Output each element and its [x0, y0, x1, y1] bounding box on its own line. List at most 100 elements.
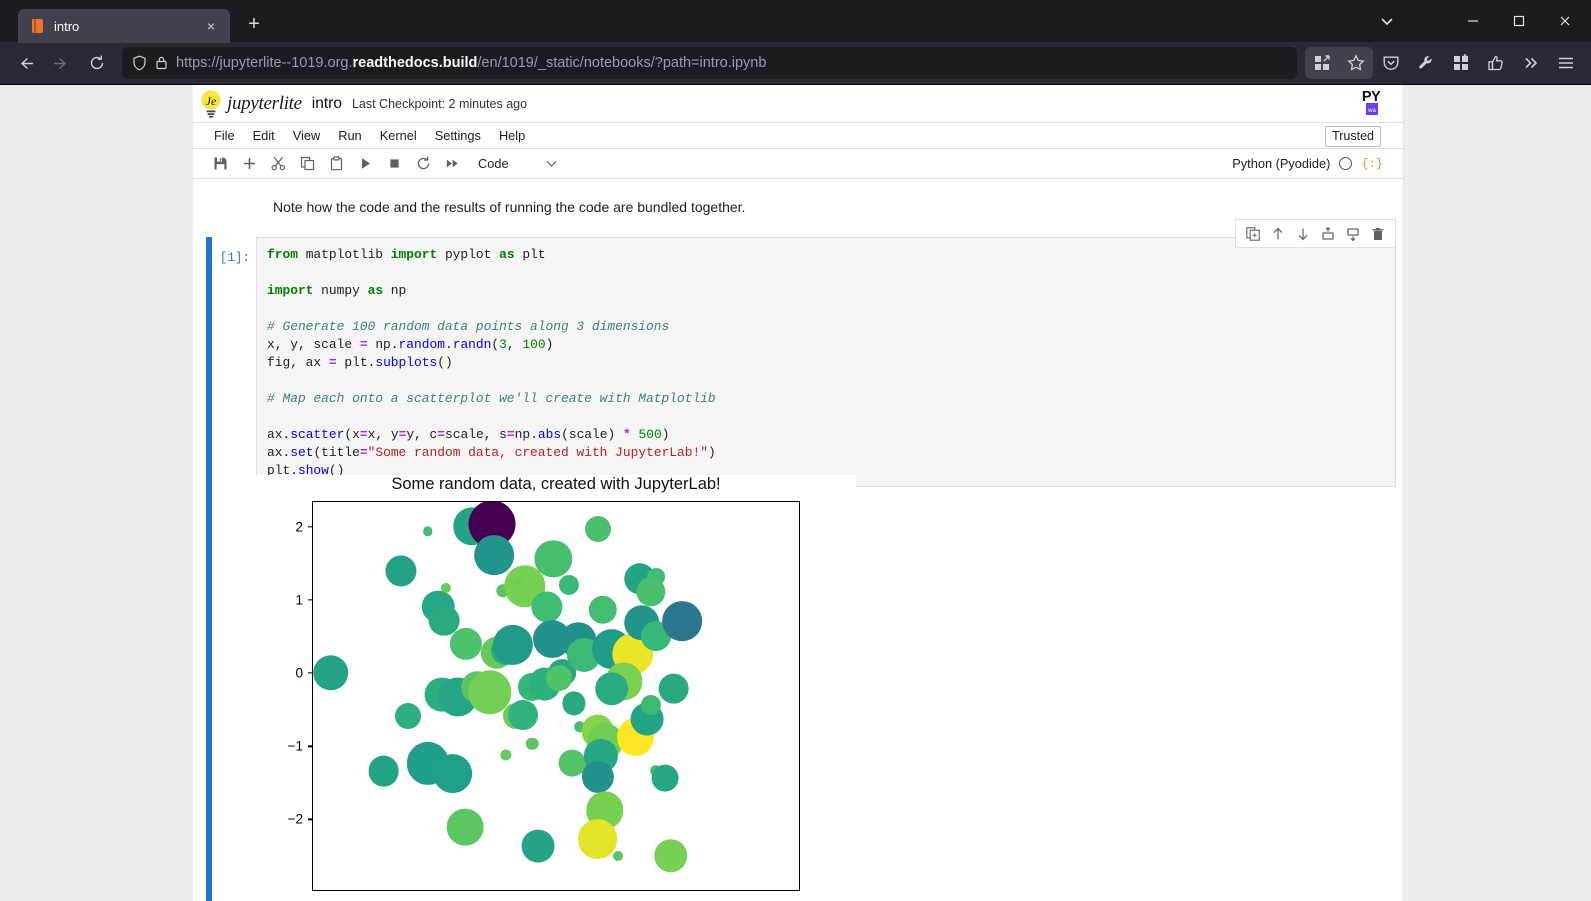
chevron-down-icon[interactable]	[1365, 1, 1409, 41]
scissors-icon[interactable]	[264, 151, 293, 177]
chevron-down-icon	[545, 157, 558, 170]
notebook-scroll-area[interactable]: Note how the code and the results of run…	[193, 179, 1403, 901]
fast-forward-icon[interactable]	[438, 151, 467, 177]
close-icon[interactable]: ×	[200, 15, 222, 37]
arrow-down-icon[interactable]	[1291, 222, 1315, 246]
stop-square-icon[interactable]	[380, 151, 409, 177]
scatter-point	[559, 574, 580, 595]
y-tick-label: 1	[295, 592, 303, 608]
cell-type-value: Code	[478, 156, 509, 171]
extensions-grid-icon[interactable]	[1305, 47, 1339, 79]
cell-action-toolbar	[1235, 219, 1396, 248]
code-cell[interactable]: [1]: from matplotlib import pyplot as pl…	[206, 219, 1396, 487]
notebook-name[interactable]: intro	[312, 95, 342, 113]
scatter-point	[654, 838, 688, 873]
status-badge-trusted[interactable]: Trusted	[1325, 126, 1381, 147]
trash-icon[interactable]	[1366, 222, 1390, 246]
menu-view[interactable]: View	[284, 126, 330, 145]
code-line: # Map each onto a scatterplot we'll crea…	[267, 391, 716, 406]
output-cell[interactable]: Some random data, created with JupyterLa…	[206, 475, 1396, 901]
scatter-point	[525, 737, 539, 750]
restart-circle-icon[interactable]	[409, 151, 438, 177]
shield-icon[interactable]	[132, 55, 147, 71]
scatter-point	[492, 624, 533, 665]
scatter-point	[500, 749, 512, 761]
url-prefix: https://jupyterlite--1019.org.	[176, 55, 353, 71]
forward-arrow-icon[interactable]	[44, 47, 78, 79]
tab-strip: intro × +	[0, 0, 1591, 43]
notebook-toolbar: Code Python (Pyodide) {:}	[193, 149, 1403, 179]
duplicate-icon[interactable]	[1241, 222, 1265, 246]
plus-icon[interactable]	[235, 151, 264, 177]
overflow-chevrons-icon[interactable]	[1514, 47, 1548, 79]
scatter-point	[534, 540, 573, 578]
cell-execution-count: [1]:	[219, 251, 250, 265]
scatter-point	[562, 691, 586, 715]
save-icon[interactable]	[206, 151, 235, 177]
thumbs-up-icon[interactable]	[1479, 47, 1513, 79]
insert-below-icon[interactable]	[1341, 222, 1365, 246]
lock-icon[interactable]	[155, 55, 168, 71]
code-line: x, y, scale = np.random.randn(3, 100)	[267, 337, 554, 352]
kernel-name: Python (Pyodide)	[1232, 156, 1331, 171]
notebook-header: Je jupyterlite intro Last Checkpoint: 2 …	[193, 85, 1403, 122]
window-maximize-button[interactable]	[1497, 1, 1541, 41]
url-path: /en/1019/_static/notebooks/?path=intro.i…	[477, 55, 767, 71]
matplotlib-figure: Some random data, created with JupyterLa…	[256, 475, 856, 895]
kernel-status[interactable]: Python (Pyodide) {:}	[1232, 156, 1383, 171]
window-close-button[interactable]	[1543, 1, 1587, 41]
new-tab-button[interactable]: +	[238, 8, 270, 40]
browser-tab[interactable]: intro ×	[18, 9, 230, 43]
notebook-panel: Je jupyterlite intro Last Checkpoint: 2 …	[193, 85, 1404, 901]
url-text[interactable]: https://jupyterlite--1019.org.readthedoc…	[176, 55, 766, 71]
window-minimize-button[interactable]	[1451, 1, 1495, 41]
pocket-icon[interactable]	[1374, 47, 1408, 79]
output-area: Some random data, created with JupyterLa…	[212, 475, 1396, 901]
navigation-toolbar: https://jupyterlite--1019.org.readthedoc…	[0, 42, 1591, 85]
pyodide-logo: PY wa	[1353, 87, 1389, 119]
y-tick-mark	[307, 818, 312, 821]
scatter-point	[581, 760, 614, 793]
hamburger-menu-icon[interactable]	[1549, 47, 1583, 79]
insert-above-icon[interactable]	[1316, 222, 1340, 246]
y-tick-label: −2	[287, 811, 303, 827]
idle-circle-icon	[1339, 157, 1353, 170]
json-braces-icon[interactable]: {:}	[1361, 157, 1383, 171]
url-bar[interactable]: https://jupyterlite--1019.org.readthedoc…	[122, 47, 1297, 79]
y-tick-mark	[307, 745, 312, 747]
browser-window: intro × + https://jupyterlite--1019.org.…	[0, 0, 1591, 901]
menu-bar: File Edit View Run Kernel Settings Help …	[193, 122, 1403, 149]
scatter-point	[395, 702, 422, 729]
menu-kernel[interactable]: Kernel	[371, 126, 426, 145]
chart-plot-area	[312, 501, 800, 891]
jupyterlite-wordmark: jupyterlite	[227, 92, 302, 114]
arrow-up-icon[interactable]	[1266, 222, 1290, 246]
wrench-icon[interactable]	[1409, 47, 1443, 79]
scatter-point	[545, 665, 572, 692]
tab-title: intro	[54, 18, 80, 34]
menu-settings[interactable]: Settings	[426, 126, 490, 145]
chart-title: Some random data, created with JupyterLa…	[391, 475, 721, 493]
scatter-point	[662, 601, 703, 642]
copy-icon[interactable]	[293, 151, 322, 177]
code-line: ax.set(title="Some random data, created …	[267, 445, 716, 460]
paste-icon[interactable]	[322, 151, 351, 177]
play-icon[interactable]	[351, 151, 380, 177]
scatter-point	[594, 671, 629, 706]
cell-type-dropdown[interactable]: Code	[478, 156, 558, 171]
code-editor[interactable]: from matplotlib import pyplot as plt imp…	[256, 219, 1396, 487]
menu-file[interactable]: File	[205, 126, 244, 145]
menu-run[interactable]: Run	[329, 126, 370, 145]
bookmark-star-icon[interactable]	[1339, 47, 1373, 79]
back-arrow-icon[interactable]	[8, 47, 42, 79]
menu-edit[interactable]: Edit	[244, 126, 284, 145]
add-extension-icon[interactable]	[1444, 47, 1478, 79]
menu-help[interactable]: Help	[490, 126, 534, 145]
reload-icon[interactable]	[80, 47, 114, 79]
scatter-point	[635, 577, 666, 607]
code-line: from matplotlib import pyplot as plt	[267, 247, 546, 262]
jupyter-lightbulb-icon[interactable]: Je jupyterlite	[198, 89, 302, 119]
y-tick-label: 0	[295, 665, 303, 681]
